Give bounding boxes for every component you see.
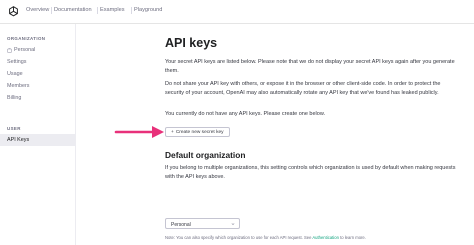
nav-divider [97, 7, 98, 14]
nav-examples-link[interactable]: Examples [100, 7, 125, 13]
sidebar-item-billing[interactable]: Billing [7, 95, 21, 101]
create-button-label: Create new secret key [175, 129, 224, 135]
sidebar-item-personal[interactable]: Personal [7, 47, 35, 53]
sidebar-heading-user: USER [7, 126, 21, 131]
note-text-suffix: to learn more. [338, 235, 366, 240]
page-title: API keys [165, 36, 218, 50]
organization-note: Note: You can also specify which organiz… [165, 235, 366, 240]
top-navigation: Overview Documentation Examples Playgrou… [0, 0, 474, 24]
default-organization-description: If you belong to multiple organizations,… [165, 165, 456, 180]
openai-logo-icon[interactable] [7, 5, 20, 18]
chevron-down-icon [231, 223, 235, 225]
no-keys-message: You currently do not have any API keys. … [165, 111, 326, 117]
sidebar-item-label: Personal [14, 47, 36, 53]
default-organization-heading: Default organization [165, 150, 246, 160]
sidebar-item-label: API Keys [7, 137, 30, 143]
nav-playground-link[interactable]: Playground [134, 7, 162, 13]
note-text: Note: You can also specify which organiz… [165, 235, 313, 240]
nav-overview-link[interactable]: Overview [26, 7, 49, 13]
organization-icon [7, 47, 12, 53]
security-warning-paragraph: Do not share your API key with others, o… [165, 81, 441, 96]
select-value: Personal [171, 221, 191, 228]
create-secret-key-button[interactable]: + Create new secret key [165, 127, 230, 137]
sidebar-item-members[interactable]: Members [7, 83, 29, 89]
nav-documentation-link[interactable]: Documentation [54, 7, 92, 13]
intro-paragraph: Your secret API keys are listed below. P… [165, 59, 455, 74]
nav-divider [51, 7, 52, 14]
pointer-arrow-icon [114, 126, 164, 138]
plus-icon: + [171, 129, 174, 135]
authentication-link[interactable]: Authentication [312, 235, 339, 240]
sidebar: ORGANIZATION Personal Settings Usage Mem… [0, 24, 76, 245]
sidebar-heading-organization: ORGANIZATION [7, 36, 46, 41]
nav-divider [131, 7, 132, 14]
sidebar-item-settings[interactable]: Settings [7, 59, 26, 65]
sidebar-item-usage[interactable]: Usage [7, 71, 23, 77]
sidebar-item-api-keys[interactable]: API Keys [0, 134, 76, 146]
default-organization-select[interactable]: Personal [165, 218, 240, 229]
